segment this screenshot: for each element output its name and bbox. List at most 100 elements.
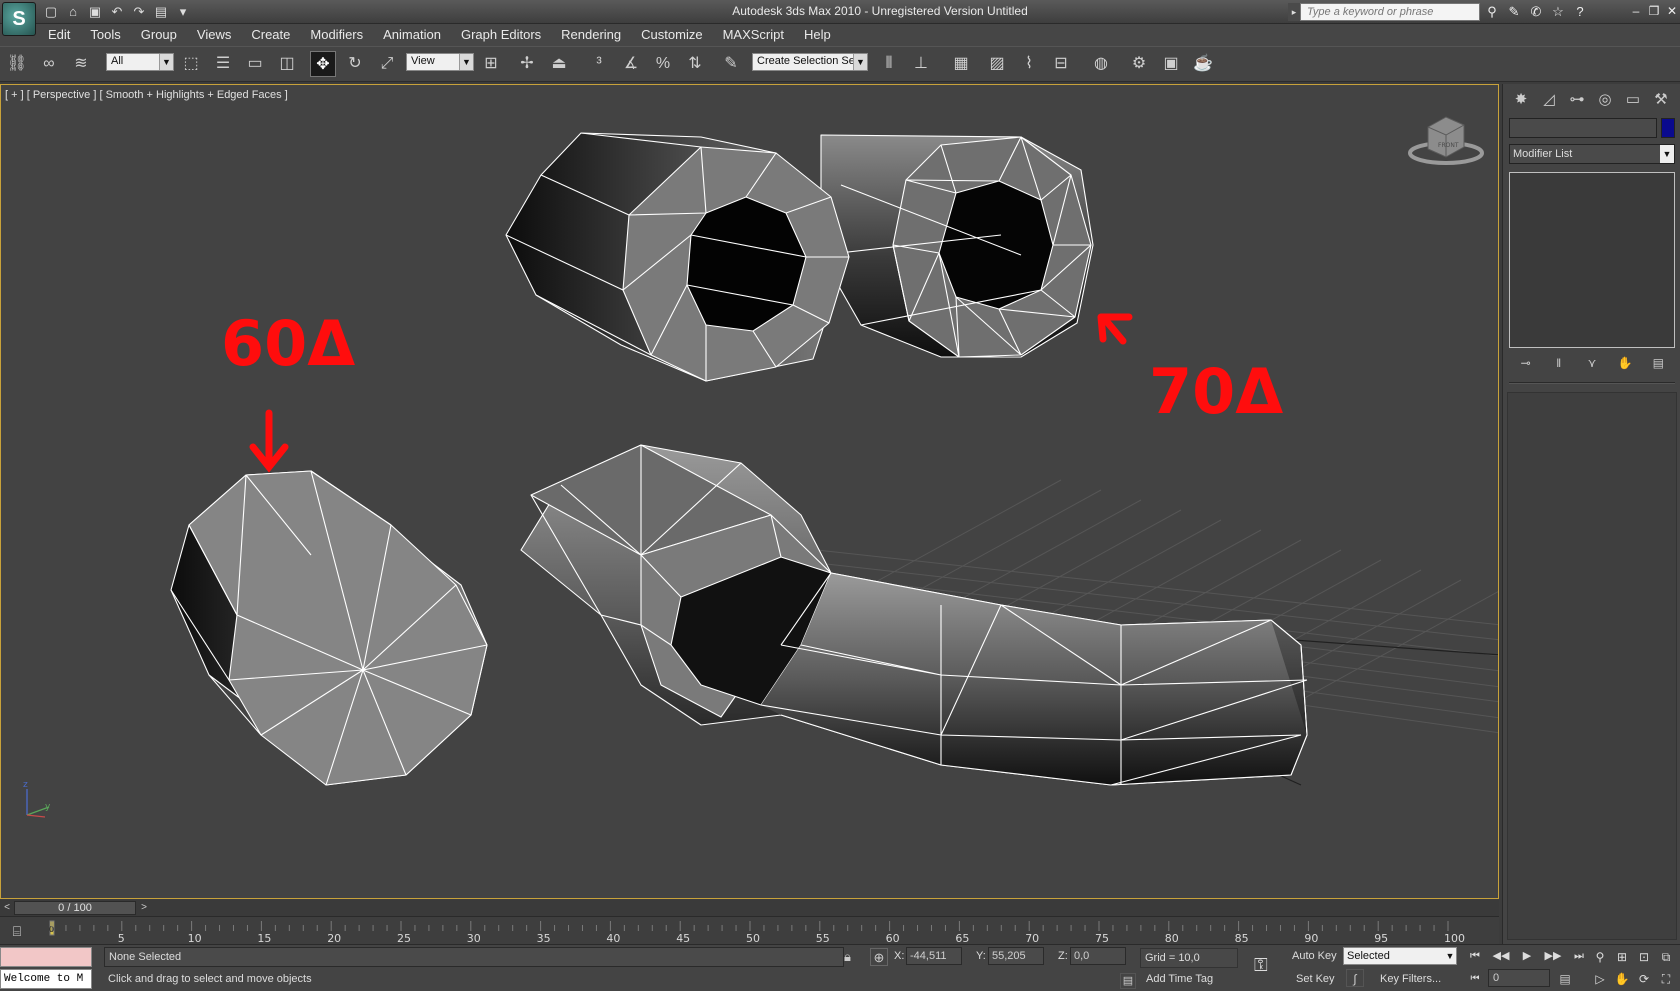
key-selection-set-dropdown[interactable]: Selected ▼	[1343, 947, 1457, 965]
menu-maxscript[interactable]: MAXScript	[713, 24, 794, 46]
remove-modifier-icon[interactable]: ✋	[1615, 353, 1635, 373]
time-slider-thumb[interactable]: 0 / 100	[14, 901, 136, 915]
track-bar[interactable]: ⌸ 0 510152025303540455055606570758085909…	[0, 916, 1499, 945]
auto-key-button[interactable]: Auto Key	[1292, 950, 1337, 962]
graphite-modeling-tools-icon[interactable]: ▨	[984, 51, 1010, 77]
zoom-icon[interactable]: ⚲	[1590, 947, 1610, 967]
snaps-toggle-icon[interactable]: ³	[586, 51, 612, 77]
menu-group[interactable]: Group	[131, 24, 187, 46]
current-frame-field[interactable]: 0	[1488, 969, 1550, 987]
z-coordinate-field[interactable]: 0,0	[1070, 947, 1126, 965]
motion-tab-icon[interactable]: ◎	[1593, 88, 1617, 112]
favorites-star-icon[interactable]: ☆	[1550, 3, 1566, 21]
orbit-icon[interactable]: ⟳	[1634, 969, 1654, 989]
unlink-icon[interactable]: ∞	[36, 51, 62, 77]
menu-rendering[interactable]: Rendering	[551, 24, 631, 46]
material-editor-icon[interactable]: ◍	[1088, 51, 1114, 77]
set-keys-key-icon[interactable]: ⚿	[1254, 955, 1268, 976]
next-frame-icon[interactable]: >	[138, 900, 150, 916]
maxscript-mini-listener-output[interactable]	[0, 947, 92, 967]
menu-views[interactable]: Views	[187, 24, 241, 46]
y-coordinate-field[interactable]: 55,205	[988, 947, 1044, 965]
zoom-all-icon[interactable]: ⊞	[1612, 947, 1632, 967]
manipulate-icon[interactable]: ✢	[514, 51, 540, 77]
menu-modifiers[interactable]: Modifiers	[300, 24, 373, 46]
pin-stack-icon[interactable]: ⊸	[1516, 353, 1536, 373]
make-unique-icon[interactable]: ⋎	[1582, 353, 1602, 373]
layer-manager-icon[interactable]: ▦	[948, 51, 974, 77]
default-in-out-tangent-icon[interactable]: ∫	[1346, 969, 1364, 987]
search-expand-icon[interactable]: ▸	[1288, 3, 1300, 21]
reference-coordinate-dropdown[interactable]: View ▼	[406, 53, 474, 71]
create-tab-icon[interactable]: ✸	[1509, 88, 1533, 112]
select-by-name-icon[interactable]: ☰	[210, 51, 236, 77]
absolute-mode-transform-icon[interactable]: ⊕	[870, 948, 888, 966]
schematic-view-icon[interactable]: ⊟	[1048, 51, 1074, 77]
close-icon[interactable]: ✕	[1666, 2, 1678, 20]
key-filters-button[interactable]: Key Filters...	[1380, 973, 1441, 985]
percent-snap-icon[interactable]: %	[650, 51, 676, 77]
selection-filter-dropdown[interactable]: All ▼	[106, 53, 174, 71]
zoom-extents-icon[interactable]: ⊡	[1634, 947, 1654, 967]
time-slider[interactable]: < 0 / 100 >	[0, 900, 1499, 916]
selection-lock-icon[interactable]: 🔒︎	[844, 949, 851, 965]
mirror-icon[interactable]: ⫴	[876, 51, 902, 77]
angle-snap-icon[interactable]: ∡	[618, 51, 644, 77]
rectangular-selection-icon[interactable]: ▭	[242, 51, 268, 77]
time-tag-icon[interactable]: ▤	[1120, 973, 1136, 989]
pan-view-icon[interactable]: ✋	[1612, 969, 1632, 989]
menu-create[interactable]: Create	[241, 24, 300, 46]
modifier-list-dropdown[interactable]: Modifier List ▼	[1509, 144, 1675, 164]
subscription-icon[interactable]: ✎	[1506, 3, 1522, 21]
curve-editor-icon[interactable]: ⌇	[1016, 51, 1042, 77]
menu-customize[interactable]: Customize	[631, 24, 712, 46]
viewport-label-menu[interactable]: [ + ] [ Perspective ] [ Smooth + Highlig…	[5, 89, 288, 101]
keyboard-shortcut-override-icon[interactable]: ⏏	[546, 51, 572, 77]
bind-space-warp-icon[interactable]: ≋	[68, 51, 94, 77]
previous-frame-button-icon[interactable]: ◀◀	[1490, 947, 1512, 965]
key-mode-toggle-icon[interactable]: ⏮	[1466, 971, 1484, 987]
play-icon[interactable]: ▶	[1516, 947, 1538, 965]
zoom-extents-all-icon[interactable]: ⧉	[1656, 947, 1676, 967]
add-time-tag-button[interactable]: Add Time Tag	[1146, 973, 1213, 985]
pivot-center-icon[interactable]: ⊞	[478, 51, 504, 77]
select-and-move-icon[interactable]: ✥	[310, 51, 336, 77]
time-configuration-icon[interactable]: ▤	[1556, 970, 1574, 988]
binoculars-icon[interactable]: ⚲	[1484, 3, 1500, 21]
select-and-rotate-icon[interactable]: ↻	[342, 51, 368, 77]
show-end-result-icon[interactable]: ‖	[1549, 353, 1569, 373]
window-crossing-icon[interactable]: ◫	[274, 51, 300, 77]
next-frame-button-icon[interactable]: ▶▶	[1542, 947, 1564, 965]
object-name-field[interactable]	[1509, 118, 1657, 138]
modify-tab-icon[interactable]: ◿	[1537, 88, 1561, 112]
menu-animation[interactable]: Animation	[373, 24, 451, 46]
communication-center-icon[interactable]: ✆	[1528, 3, 1544, 21]
edit-named-selection-icon[interactable]: ✎	[718, 51, 744, 77]
modifier-stack[interactable]	[1509, 172, 1675, 348]
search-input[interactable]: Type a keyword or phrase	[1300, 3, 1480, 21]
previous-frame-icon[interactable]: <	[0, 900, 14, 916]
select-and-scale-icon[interactable]: ⤢	[374, 51, 400, 77]
menu-help[interactable]: Help	[794, 24, 841, 46]
spinner-snap-icon[interactable]: ⇅	[682, 51, 708, 77]
restore-icon[interactable]: ❐	[1648, 2, 1660, 20]
perspective-viewport[interactable]: 60Δ 70Δ z y [ + ] [ Perspective ] [ Smoo…	[0, 84, 1499, 899]
menu-tools[interactable]: Tools	[80, 24, 130, 46]
go-to-end-icon[interactable]: ⏭	[1568, 947, 1590, 965]
maxscript-mini-listener-input[interactable]: Welcome to M	[0, 969, 92, 989]
link-icon[interactable]: ⛓	[4, 51, 30, 77]
configure-modifier-sets-icon[interactable]: ▤	[1648, 353, 1668, 373]
set-key-button[interactable]: Set Key	[1296, 973, 1335, 985]
go-to-start-icon[interactable]: ⏮	[1464, 947, 1486, 965]
render-production-icon[interactable]: ☕	[1190, 51, 1216, 77]
help-icon[interactable]: ?	[1572, 3, 1588, 21]
render-setup-icon[interactable]: ⚙	[1126, 51, 1152, 77]
select-object-icon[interactable]: ⬚	[178, 51, 204, 77]
minimize-icon[interactable]: –	[1630, 2, 1642, 20]
object-color-swatch[interactable]	[1661, 118, 1675, 138]
application-button[interactable]: S	[2, 2, 36, 36]
x-coordinate-field[interactable]: -44,511	[906, 947, 962, 965]
rendered-frame-window-icon[interactable]: ▣	[1158, 51, 1184, 77]
field-of-view-icon[interactable]: ▷	[1590, 969, 1610, 989]
utilities-tab-icon[interactable]: ⚒	[1649, 88, 1673, 112]
